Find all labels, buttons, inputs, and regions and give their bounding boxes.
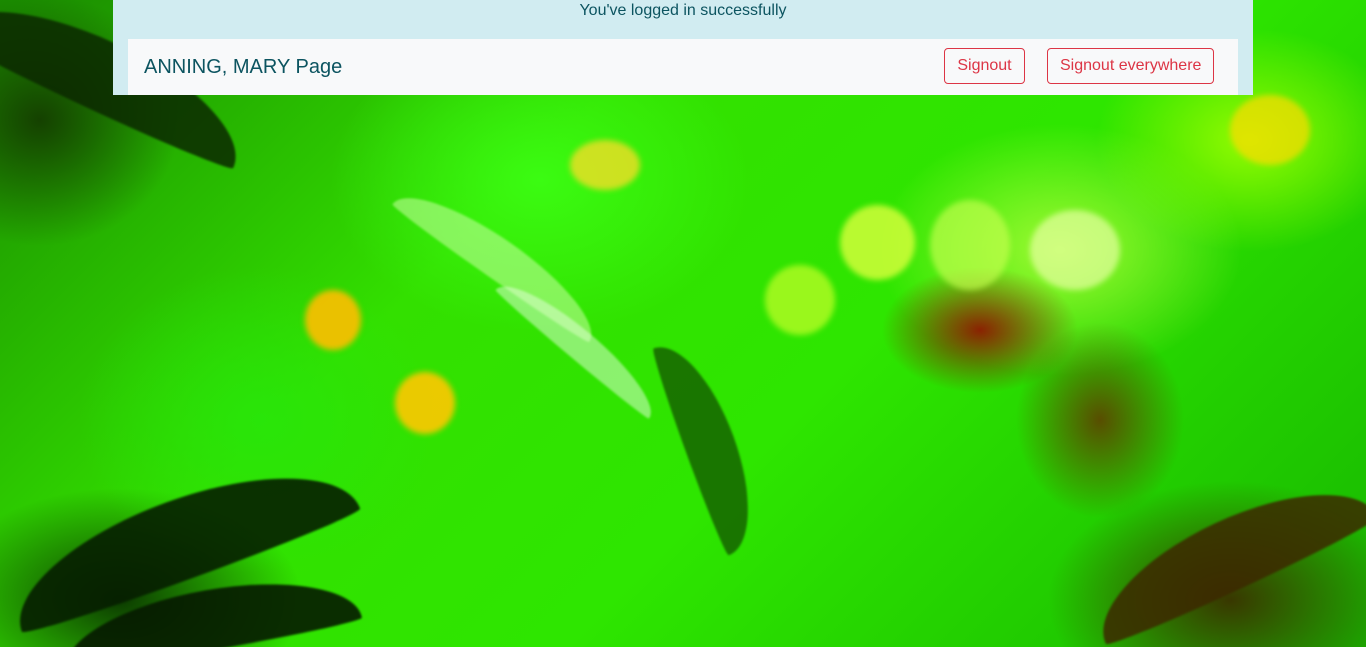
login-success-alert: You've logged in successfully <box>579 2 787 19</box>
background-bokeh <box>1030 210 1120 290</box>
background-bokeh <box>305 290 361 350</box>
page-container: You've logged in successfully ANNING, MA… <box>113 0 1253 95</box>
background-bokeh <box>395 372 455 434</box>
background-leaf <box>493 269 667 421</box>
page-background: You've logged in successfully ANNING, MA… <box>0 0 1366 647</box>
signout-everywhere-button[interactable]: Signout everywhere <box>1047 48 1214 84</box>
navbar-brand[interactable]: ANNING, MARY Page <box>144 54 342 80</box>
background-bokeh <box>570 140 640 190</box>
background-leaf <box>648 333 772 557</box>
background-bokeh <box>930 200 1010 290</box>
background-bokeh <box>765 265 835 335</box>
background-bokeh <box>1230 95 1310 165</box>
background-bokeh <box>840 205 915 280</box>
background-leaf <box>390 174 610 346</box>
background-leaf <box>1079 459 1366 647</box>
signout-button[interactable]: Signout <box>944 48 1025 84</box>
navbar: ANNING, MARY Page Signout Signout everyw… <box>128 39 1238 95</box>
